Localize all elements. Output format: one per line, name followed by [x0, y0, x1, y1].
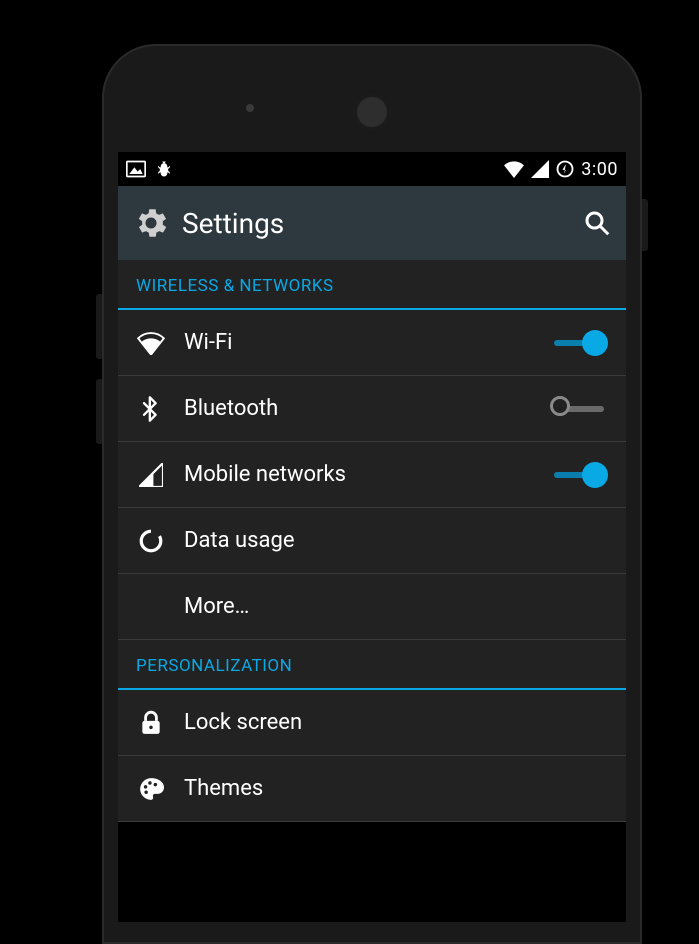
- section-header-personalization: PERSONALIZATION: [118, 640, 626, 690]
- bluetooth-icon: [136, 395, 166, 423]
- data-usage-icon: [136, 528, 166, 554]
- picture-notification-icon: [126, 160, 146, 178]
- row-label: Mobile networks: [184, 462, 346, 487]
- row-label: Data usage: [184, 528, 295, 553]
- wifi-icon: [136, 331, 166, 355]
- row-label: Themes: [184, 776, 263, 801]
- volume-up-button: [96, 294, 102, 359]
- bluetooth-toggle[interactable]: [550, 394, 608, 424]
- palette-icon: [136, 776, 166, 802]
- row-mobile-networks[interactable]: Mobile networks: [118, 442, 626, 508]
- row-more[interactable]: More…: [118, 574, 626, 640]
- row-label: Bluetooth: [184, 396, 278, 421]
- settings-gear-icon: [132, 204, 170, 242]
- screen: 3:00 Settings WIRELESS & NETWORKS: [118, 152, 626, 922]
- row-wifi[interactable]: Wi-Fi: [118, 310, 626, 376]
- mobile-networks-toggle[interactable]: [550, 460, 608, 490]
- status-bar: 3:00: [118, 152, 626, 186]
- row-lock-screen[interactable]: Lock screen: [118, 690, 626, 756]
- section-header-wireless: WIRELESS & NETWORKS: [118, 260, 626, 310]
- search-button[interactable]: [582, 208, 612, 238]
- cell-signal-icon: [136, 463, 166, 487]
- wifi-status-icon: [503, 160, 525, 178]
- sensor-dot: [246, 104, 254, 112]
- debug-bug-icon: [154, 159, 174, 179]
- phone-frame: 3:00 Settings WIRELESS & NETWORKS: [102, 44, 642, 944]
- app-bar-title: Settings: [182, 207, 284, 240]
- volume-down-button: [96, 379, 102, 444]
- row-label: Wi-Fi: [184, 330, 232, 355]
- row-label: More…: [184, 594, 249, 619]
- wifi-toggle[interactable]: [550, 328, 608, 358]
- row-data-usage[interactable]: Data usage: [118, 508, 626, 574]
- earpiece-speaker: [354, 94, 390, 130]
- power-button: [642, 199, 648, 251]
- row-bluetooth[interactable]: Bluetooth: [118, 376, 626, 442]
- row-label: Lock screen: [184, 710, 302, 735]
- settings-list: WIRELESS & NETWORKS Wi-Fi: [118, 260, 626, 822]
- cell-signal-icon: [531, 160, 549, 178]
- app-bar: Settings: [118, 186, 626, 260]
- row-themes[interactable]: Themes: [118, 756, 626, 822]
- battery-saver-icon: [555, 159, 575, 179]
- lock-icon: [136, 710, 166, 736]
- status-clock: 3:00: [581, 159, 618, 180]
